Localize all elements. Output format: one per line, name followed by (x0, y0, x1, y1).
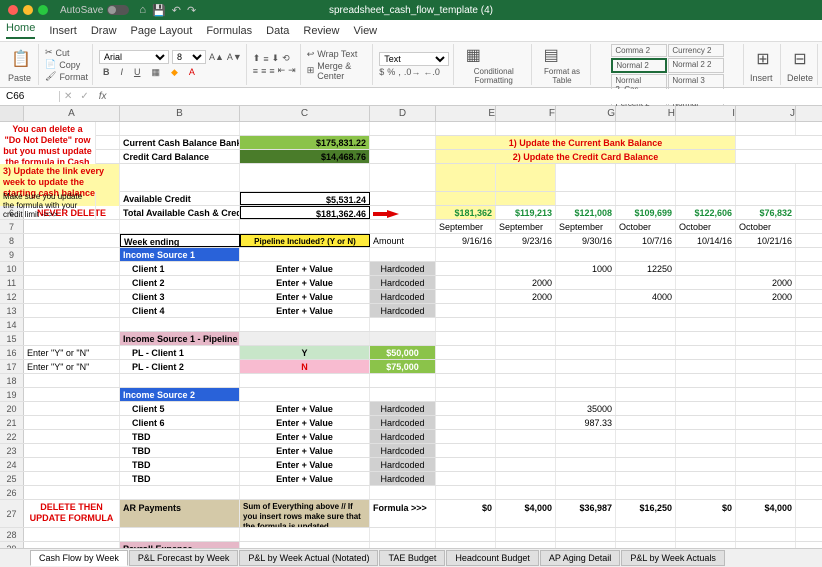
cut-icon[interactable]: ✂ (45, 47, 53, 58)
tab-home[interactable]: Home (6, 22, 35, 39)
fx-label: fx (93, 91, 113, 102)
style-comma2[interactable]: Comma 2 (611, 44, 667, 57)
cancel-icon[interactable]: ✕ (60, 91, 76, 102)
format-as-table-icon[interactable]: ▤ (538, 44, 564, 66)
format-painter-icon[interactable]: 🖌 (45, 71, 56, 82)
insert-cells-icon[interactable]: ⊞ (750, 46, 776, 72)
tab-headcount[interactable]: Headcount Budget (446, 550, 539, 566)
col-H[interactable]: H (616, 106, 676, 121)
align-mid-icon[interactable]: ≡ (263, 54, 268, 64)
border-icon[interactable]: ▦ (147, 65, 164, 80)
italic-button[interactable]: I (116, 65, 127, 79)
maximize-window[interactable] (38, 5, 48, 15)
font-size-select[interactable]: 8 (172, 50, 206, 64)
cell-B5[interactable]: Available Credit (120, 192, 240, 205)
tab-pl-actual-notated[interactable]: P&L by Week Actual (Notated) (239, 550, 378, 566)
tab-data[interactable]: Data (266, 25, 289, 37)
bold-button[interactable]: B (99, 65, 114, 79)
minimize-window[interactable] (23, 5, 33, 15)
sheet-tabs: Cash Flow by Week P&L Forecast by Week P… (0, 548, 822, 567)
percent-icon[interactable]: % (387, 67, 395, 77)
col-D[interactable]: D (370, 106, 436, 121)
align-bot-icon[interactable]: ⬇ (272, 53, 280, 64)
name-box[interactable]: C66 (0, 91, 60, 102)
arrow-icon (370, 206, 436, 219)
dec-inc-icon[interactable]: .0→ (404, 67, 421, 77)
note2[interactable]: 2) Update the Credit Card Balance (436, 150, 736, 163)
cell-C3[interactable]: $14,468.76 (240, 150, 370, 163)
ribbon: 📋 Paste ✂Cut 📄Copy 🖌Format Arial8A▲A▼ BI… (0, 42, 822, 88)
cell-B2[interactable]: Current Cash Balance Bank (120, 136, 240, 149)
conditional-formatting-icon[interactable]: ▦ (460, 44, 486, 66)
style-normal2[interactable]: Normal 2 (611, 58, 667, 73)
tab-page-layout[interactable]: Page Layout (131, 25, 193, 37)
align-top-icon[interactable]: ⬆ (253, 53, 261, 64)
redo-icon[interactable]: ↷ (187, 4, 196, 17)
tab-review[interactable]: Review (303, 25, 339, 37)
cell-C6[interactable]: $181,362.46 (240, 206, 370, 219)
save-icon[interactable]: 💾 (152, 4, 166, 17)
autosave-toggle[interactable] (107, 5, 129, 15)
cell-E6[interactable]: $181,362 (436, 206, 496, 219)
indent-inc-icon[interactable]: ⇥ (288, 65, 296, 76)
col-F[interactable]: F (496, 106, 556, 121)
tab-tae-budget[interactable]: TAE Budget (379, 550, 445, 566)
align-center-icon[interactable]: ≡ (261, 66, 266, 76)
autosave-label: AutoSave (60, 5, 103, 16)
col-B[interactable]: B (120, 106, 240, 121)
close-window[interactable] (8, 5, 18, 15)
tab-pl-forecast[interactable]: P&L Forecast by Week (129, 550, 239, 566)
font-grow-icon[interactable]: A▲ (209, 52, 224, 62)
spreadsheet-grid[interactable]: A B C D E F G H I J 1 You can delete a "… (0, 106, 822, 548)
select-all-corner[interactable] (0, 106, 24, 121)
delete-cells-icon[interactable]: ⊟ (787, 46, 813, 72)
merge-icon[interactable]: ⊞ (307, 65, 315, 76)
confirm-icon[interactable]: ✓ (76, 91, 92, 102)
style-normal22[interactable]: Normal 2 2 (668, 58, 724, 73)
comma-icon[interactable]: , (398, 67, 401, 77)
tab-draw[interactable]: Draw (91, 25, 117, 37)
currency-icon[interactable]: $ (379, 67, 384, 77)
col-E[interactable]: E (436, 106, 496, 121)
number-format-select[interactable]: Text (379, 52, 449, 66)
tab-insert[interactable]: Insert (49, 25, 77, 37)
dec-dec-icon[interactable]: ←.0 (423, 67, 440, 77)
window-titlebar: AutoSave ⌂ 💾 ↶ ↷ spreadsheet_cash_flow_t… (0, 0, 822, 20)
col-A[interactable]: A (24, 106, 120, 121)
tab-pl-actuals[interactable]: P&L by Week Actuals (621, 550, 725, 566)
paste-icon[interactable]: 📋 (8, 46, 34, 72)
menu-bar: Home Insert Draw Page Layout Formulas Da… (0, 20, 822, 42)
font-shrink-icon[interactable]: A▼ (227, 52, 242, 62)
home-icon[interactable]: ⌂ (139, 4, 146, 17)
cell-B3[interactable]: Credit Card Balance (120, 150, 240, 163)
underline-button[interactable]: U (130, 65, 145, 79)
cell-C5[interactable]: $5,531.24 (240, 192, 370, 205)
tab-cash-flow[interactable]: Cash Flow by Week (30, 550, 128, 566)
cell-B6[interactable]: Total Available Cash & Credit (120, 206, 240, 219)
paste-label: Paste (8, 73, 34, 83)
fill-color-icon[interactable]: ◆ (167, 65, 182, 80)
wrap-icon[interactable]: ↩ (307, 49, 315, 60)
col-G[interactable]: G (556, 106, 616, 121)
undo-icon[interactable]: ↶ (172, 4, 181, 17)
tab-ap-aging[interactable]: AP Aging Detail (540, 550, 620, 566)
tab-formulas[interactable]: Formulas (206, 25, 252, 37)
note1[interactable]: 1) Update the Current Bank Balance (436, 136, 736, 149)
orientation-icon[interactable]: ⟲ (282, 53, 290, 64)
align-left-icon[interactable]: ≡ (253, 66, 258, 76)
formula-input[interactable] (113, 89, 822, 104)
cell-A4[interactable]: Make sure you update the formula with yo… (0, 192, 96, 220)
col-J[interactable]: J (736, 106, 796, 121)
font-select[interactable]: Arial (99, 50, 169, 64)
col-I[interactable]: I (676, 106, 736, 121)
style-currency2[interactable]: Currency 2 (668, 44, 724, 57)
tab-view[interactable]: View (353, 25, 377, 37)
formula-bar: C66 ✕ ✓ fx (0, 88, 822, 106)
align-right-icon[interactable]: ≡ (269, 66, 274, 76)
cell-C2[interactable]: $175,831.22 (240, 136, 370, 149)
indent-dec-icon[interactable]: ⇤ (278, 65, 286, 76)
font-color-icon[interactable]: A (185, 65, 199, 79)
col-C[interactable]: C (240, 106, 370, 121)
copy-icon[interactable]: 📄 (45, 59, 56, 70)
